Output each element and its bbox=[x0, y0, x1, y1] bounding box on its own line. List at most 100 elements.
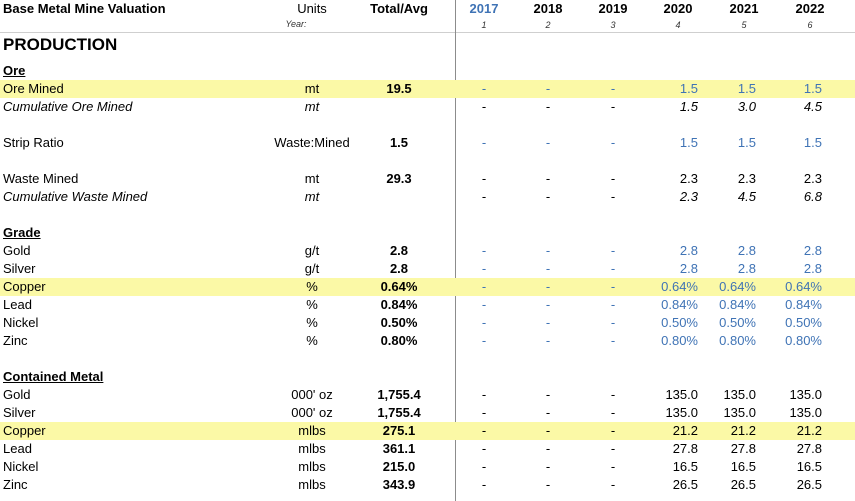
year-value-cell[interactable]: 0.80% bbox=[698, 332, 756, 350]
year-value-cell[interactable]: 135.0 bbox=[764, 386, 822, 404]
year-value-cell[interactable]: - bbox=[516, 332, 580, 350]
total-cell[interactable]: 275.1 bbox=[356, 422, 442, 440]
total-cell[interactable]: 0.50% bbox=[356, 314, 442, 332]
year-value-cell[interactable]: - bbox=[581, 458, 645, 476]
units-cell[interactable]: 000' oz bbox=[258, 404, 366, 422]
row-label[interactable]: Waste Mined bbox=[3, 170, 78, 188]
year-value-cell[interactable]: - bbox=[581, 188, 645, 206]
row-label[interactable]: Strip Ratio bbox=[3, 134, 64, 152]
year-value-cell[interactable]: 135.0 bbox=[698, 404, 756, 422]
year-value-cell[interactable]: - bbox=[516, 404, 580, 422]
year-value-cell[interactable]: - bbox=[581, 386, 645, 404]
year-value-cell[interactable]: - bbox=[581, 422, 645, 440]
year-value-cell[interactable]: 0.80% bbox=[638, 332, 698, 350]
year-value-cell[interactable]: - bbox=[581, 476, 645, 494]
year-value-cell[interactable]: - bbox=[516, 98, 580, 116]
year-header-2019[interactable]: 2019 bbox=[581, 1, 645, 16]
year-value-cell[interactable]: 21.2 bbox=[638, 422, 698, 440]
year-value-cell[interactable]: - bbox=[581, 404, 645, 422]
year-value-cell[interactable]: - bbox=[581, 440, 645, 458]
year-value-cell[interactable]: 135.0 bbox=[638, 386, 698, 404]
row-label[interactable]: Ore Mined bbox=[3, 80, 64, 98]
year-value-cell[interactable]: - bbox=[452, 170, 516, 188]
year-header-2020[interactable]: 2020 bbox=[648, 1, 708, 16]
year-value-cell[interactable]: 0.64% bbox=[698, 278, 756, 296]
year-value-cell[interactable]: 0.50% bbox=[638, 314, 698, 332]
year-value-cell[interactable]: - bbox=[581, 80, 645, 98]
total-cell[interactable]: 0.80% bbox=[356, 332, 442, 350]
total-cell[interactable]: 343.9 bbox=[356, 476, 442, 494]
units-cell[interactable]: % bbox=[258, 278, 366, 296]
year-value-cell[interactable]: - bbox=[581, 296, 645, 314]
year-value-cell[interactable]: - bbox=[452, 314, 516, 332]
year-value-cell[interactable]: - bbox=[581, 278, 645, 296]
year-header-2021[interactable]: 2021 bbox=[714, 1, 774, 16]
units-header[interactable]: Units bbox=[258, 1, 366, 16]
row-label[interactable]: Zinc bbox=[3, 332, 28, 350]
total-cell[interactable]: 1,755.4 bbox=[356, 404, 442, 422]
year-value-cell[interactable]: - bbox=[516, 458, 580, 476]
year-value-cell[interactable]: 2.3 bbox=[638, 188, 698, 206]
row-label[interactable]: Cumulative Ore Mined bbox=[3, 98, 132, 116]
row-label[interactable]: Gold bbox=[3, 386, 30, 404]
year-value-cell[interactable]: 135.0 bbox=[638, 404, 698, 422]
year-value-cell[interactable]: - bbox=[452, 80, 516, 98]
year-value-cell[interactable]: 4.5 bbox=[764, 98, 822, 116]
year-value-cell[interactable]: - bbox=[516, 386, 580, 404]
year-header-2017[interactable]: 2017 bbox=[452, 1, 516, 16]
year-value-cell[interactable]: - bbox=[452, 386, 516, 404]
total-cell[interactable]: 29.3 bbox=[356, 170, 442, 188]
year-header-2022[interactable]: 2022 bbox=[780, 1, 840, 16]
units-cell[interactable]: % bbox=[258, 296, 366, 314]
year-value-cell[interactable]: - bbox=[516, 278, 580, 296]
year-header-2018[interactable]: 2018 bbox=[516, 1, 580, 16]
year-value-cell[interactable]: 0.50% bbox=[764, 314, 822, 332]
total-cell[interactable] bbox=[356, 98, 442, 116]
year-value-cell[interactable]: 26.5 bbox=[764, 476, 822, 494]
year-value-cell[interactable]: 0.84% bbox=[638, 296, 698, 314]
year-value-cell[interactable]: - bbox=[516, 134, 580, 152]
year-value-cell[interactable]: 1.5 bbox=[764, 134, 822, 152]
year-value-cell[interactable]: 27.8 bbox=[698, 440, 756, 458]
year-value-cell[interactable]: - bbox=[452, 332, 516, 350]
year-value-cell[interactable]: - bbox=[581, 332, 645, 350]
year-value-cell[interactable]: 2.3 bbox=[638, 170, 698, 188]
year-value-cell[interactable]: - bbox=[516, 260, 580, 278]
year-value-cell[interactable]: 0.50% bbox=[698, 314, 756, 332]
year-value-cell[interactable]: - bbox=[516, 314, 580, 332]
year-value-cell[interactable]: - bbox=[516, 422, 580, 440]
total-cell[interactable]: 1.5 bbox=[356, 134, 442, 152]
row-label[interactable]: Lead bbox=[3, 296, 32, 314]
year-value-cell[interactable]: - bbox=[452, 296, 516, 314]
year-value-cell[interactable]: - bbox=[452, 260, 516, 278]
year-value-cell[interactable]: - bbox=[581, 134, 645, 152]
year-value-cell[interactable]: 1.5 bbox=[638, 134, 698, 152]
year-value-cell[interactable]: 1.5 bbox=[764, 80, 822, 98]
year-value-cell[interactable]: 4.5 bbox=[698, 188, 756, 206]
row-label[interactable]: Gold bbox=[3, 242, 30, 260]
units-cell[interactable]: Waste:Mined bbox=[258, 134, 366, 152]
year-value-cell[interactable]: - bbox=[452, 476, 516, 494]
units-cell[interactable]: mt bbox=[258, 80, 366, 98]
year-value-cell[interactable]: - bbox=[516, 80, 580, 98]
row-label[interactable]: Nickel bbox=[3, 458, 38, 476]
row-label[interactable]: Copper bbox=[3, 422, 46, 440]
units-cell[interactable]: mt bbox=[258, 98, 366, 116]
year-value-cell[interactable]: - bbox=[452, 278, 516, 296]
year-value-cell[interactable]: 2.8 bbox=[638, 242, 698, 260]
units-cell[interactable]: mlbs bbox=[258, 476, 366, 494]
year-value-cell[interactable]: - bbox=[516, 188, 580, 206]
year-value-cell[interactable]: 2.8 bbox=[698, 260, 756, 278]
year-value-cell[interactable]: 16.5 bbox=[698, 458, 756, 476]
year-value-cell[interactable]: 21.2 bbox=[764, 422, 822, 440]
year-value-cell[interactable]: - bbox=[452, 188, 516, 206]
sheet-title[interactable]: Base Metal Mine Valuation bbox=[3, 1, 166, 16]
total-cell[interactable]: 1,755.4 bbox=[356, 386, 442, 404]
units-cell[interactable]: % bbox=[258, 314, 366, 332]
year-value-cell[interactable]: - bbox=[452, 98, 516, 116]
year-value-cell[interactable]: 1.5 bbox=[638, 98, 698, 116]
year-value-cell[interactable]: - bbox=[452, 404, 516, 422]
units-cell[interactable]: mlbs bbox=[258, 422, 366, 440]
year-value-cell[interactable]: 0.64% bbox=[764, 278, 822, 296]
year-value-cell[interactable]: - bbox=[581, 98, 645, 116]
